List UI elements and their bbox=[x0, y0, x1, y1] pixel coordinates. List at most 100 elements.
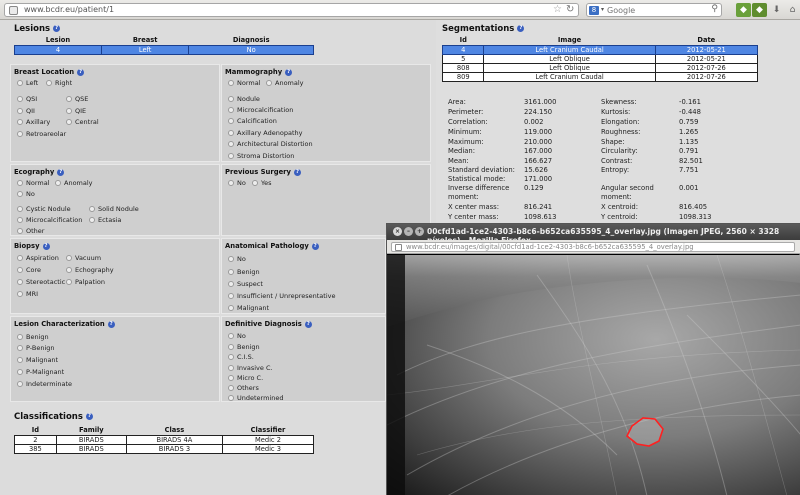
help-icon[interactable]: ? bbox=[77, 68, 85, 76]
radio-button[interactable] bbox=[228, 305, 234, 311]
radio-button[interactable] bbox=[55, 180, 61, 186]
radio-button[interactable] bbox=[17, 381, 23, 387]
addon-icon[interactable]: ◆ bbox=[736, 3, 751, 17]
option-solid-nodule[interactable]: Solid Nodule bbox=[89, 205, 139, 213]
home-icon[interactable]: ⌂ bbox=[785, 3, 800, 17]
checkbox[interactable] bbox=[89, 217, 95, 223]
minimize-icon[interactable]: – bbox=[404, 227, 413, 236]
radio-button[interactable] bbox=[228, 395, 234, 401]
option-anomaly[interactable]: Anomaly bbox=[55, 179, 93, 187]
option-right[interactable]: Right bbox=[46, 79, 72, 87]
help-icon[interactable]: ? bbox=[53, 25, 61, 32]
option-no[interactable]: No bbox=[228, 255, 246, 263]
radio-button[interactable] bbox=[17, 191, 23, 197]
radio-button[interactable] bbox=[252, 180, 258, 186]
table-row[interactable]: 385 BIRADS BIRADS 3 Medic 3 bbox=[14, 443, 315, 454]
help-icon[interactable]: ? bbox=[107, 320, 115, 328]
search-box[interactable]: 8 ▾ ⚲ bbox=[586, 3, 722, 17]
radio-button[interactable] bbox=[17, 345, 23, 351]
checkbox[interactable] bbox=[66, 255, 72, 261]
image-url-bar[interactable]: www.bcdr.eu/images/digital/00cfd1ad-1ce2… bbox=[387, 240, 800, 254]
option-yes[interactable]: Yes bbox=[252, 179, 272, 187]
option-normal[interactable]: Normal bbox=[17, 179, 50, 187]
option-malignant[interactable]: Malignant bbox=[17, 356, 58, 364]
option-mri[interactable]: MRI bbox=[17, 290, 38, 298]
radio-button[interactable] bbox=[46, 80, 52, 86]
checkbox[interactable] bbox=[228, 153, 234, 159]
help-icon[interactable]: ? bbox=[57, 168, 65, 176]
option-no[interactable]: No bbox=[228, 332, 246, 340]
option-normal[interactable]: Normal bbox=[228, 79, 261, 87]
radio-button[interactable] bbox=[17, 119, 23, 125]
radio-button[interactable] bbox=[228, 269, 234, 275]
url-bar[interactable]: www.bcdr.eu/patient/1 ☆ ↻ bbox=[4, 3, 579, 17]
checkbox[interactable] bbox=[66, 267, 72, 273]
option-stereotactic[interactable]: Stereotactic bbox=[17, 278, 65, 286]
option-left[interactable]: Left bbox=[17, 79, 38, 87]
checkbox[interactable] bbox=[17, 279, 23, 285]
radio-button[interactable] bbox=[17, 369, 23, 375]
option-architectural-distortion[interactable]: Architectural Distortion bbox=[228, 140, 313, 148]
option-malignant[interactable]: Malignant bbox=[228, 304, 269, 312]
option-core[interactable]: Core bbox=[17, 266, 41, 274]
checkbox[interactable] bbox=[17, 291, 23, 297]
option-undetermined[interactable]: Undetermined bbox=[228, 394, 284, 402]
radio-button[interactable] bbox=[228, 365, 234, 371]
option-benign[interactable]: Benign bbox=[17, 333, 49, 341]
help-icon[interactable]: ? bbox=[311, 242, 319, 250]
checkbox[interactable] bbox=[228, 130, 234, 136]
help-icon[interactable]: ? bbox=[85, 413, 93, 420]
radio-button[interactable] bbox=[17, 357, 23, 363]
table-row[interactable]: 2 BIRADS BIRADS 4A Medic 2 bbox=[14, 434, 315, 445]
checkbox[interactable] bbox=[17, 267, 23, 273]
checkbox[interactable] bbox=[228, 141, 234, 147]
option-central[interactable]: Central bbox=[66, 118, 99, 126]
search-input[interactable] bbox=[607, 5, 705, 16]
radio-button[interactable] bbox=[228, 333, 234, 339]
option-benign[interactable]: Benign bbox=[228, 268, 260, 276]
image-viewer-window[interactable]: × – + 00cfd1ad-1ce2-4303-b8c6-b652ca6355… bbox=[386, 223, 800, 495]
option-qie[interactable]: QIE bbox=[66, 107, 86, 115]
help-icon[interactable]: ? bbox=[285, 68, 293, 76]
option-aspiration[interactable]: Aspiration bbox=[17, 254, 59, 262]
radio-button[interactable] bbox=[66, 108, 72, 114]
table-row[interactable]: 809 Left Cranium Caudal 2012-07-26 bbox=[441, 71, 759, 82]
checkbox[interactable] bbox=[228, 96, 234, 102]
radio-button[interactable] bbox=[228, 375, 234, 381]
option-axillary-adenopathy[interactable]: Axillary Adenopathy bbox=[228, 129, 302, 137]
table-row[interactable]: 4 Left Cranium Caudal 2012-05-21 bbox=[441, 44, 759, 55]
option-no[interactable]: No bbox=[228, 179, 246, 187]
radio-button[interactable] bbox=[17, 108, 23, 114]
bookmark-star-icon[interactable]: ☆ bbox=[553, 4, 562, 15]
option-ectasia[interactable]: Ectasia bbox=[89, 216, 121, 224]
reload-icon[interactable]: ↻ bbox=[566, 4, 574, 15]
radio-button[interactable] bbox=[228, 281, 234, 287]
radio-button[interactable] bbox=[17, 180, 23, 186]
radio-button[interactable] bbox=[228, 180, 234, 186]
help-icon[interactable]: ? bbox=[304, 320, 312, 328]
option-calcification[interactable]: Calcification bbox=[228, 117, 277, 125]
radio-button[interactable] bbox=[228, 256, 234, 262]
option-micro[interactable]: Micro C. bbox=[228, 374, 263, 382]
window-titlebar[interactable]: × – + 00cfd1ad-1ce2-4303-b8c6-b652ca6355… bbox=[387, 224, 800, 245]
option-qse[interactable]: QSE bbox=[66, 95, 88, 103]
checkbox[interactable] bbox=[17, 206, 23, 212]
radio-button[interactable] bbox=[228, 354, 234, 360]
checkbox[interactable] bbox=[66, 279, 72, 285]
option-qii[interactable]: QII bbox=[17, 107, 35, 115]
option-microcalcification[interactable]: Microcalcification bbox=[17, 216, 82, 224]
option-other[interactable]: Other bbox=[17, 227, 44, 235]
radio-button[interactable] bbox=[66, 96, 72, 102]
option-insufficient[interactable]: Insufficient / Unrepresentative bbox=[228, 292, 336, 300]
maximize-icon[interactable]: + bbox=[415, 227, 424, 236]
option-vacuum[interactable]: Vacuum bbox=[66, 254, 101, 262]
radio-button[interactable] bbox=[228, 385, 234, 391]
option-retroareolar[interactable]: Retroareolar bbox=[17, 130, 66, 138]
option-microcalcification[interactable]: Microcalcification bbox=[228, 106, 293, 114]
option-others[interactable]: Others bbox=[228, 384, 259, 392]
checkbox[interactable] bbox=[17, 255, 23, 261]
option-cystic-nodule[interactable]: Cystic Nodule bbox=[17, 205, 71, 213]
close-icon[interactable]: × bbox=[393, 227, 402, 236]
option-axillary[interactable]: Axillary bbox=[17, 118, 50, 126]
checkbox[interactable] bbox=[17, 217, 23, 223]
